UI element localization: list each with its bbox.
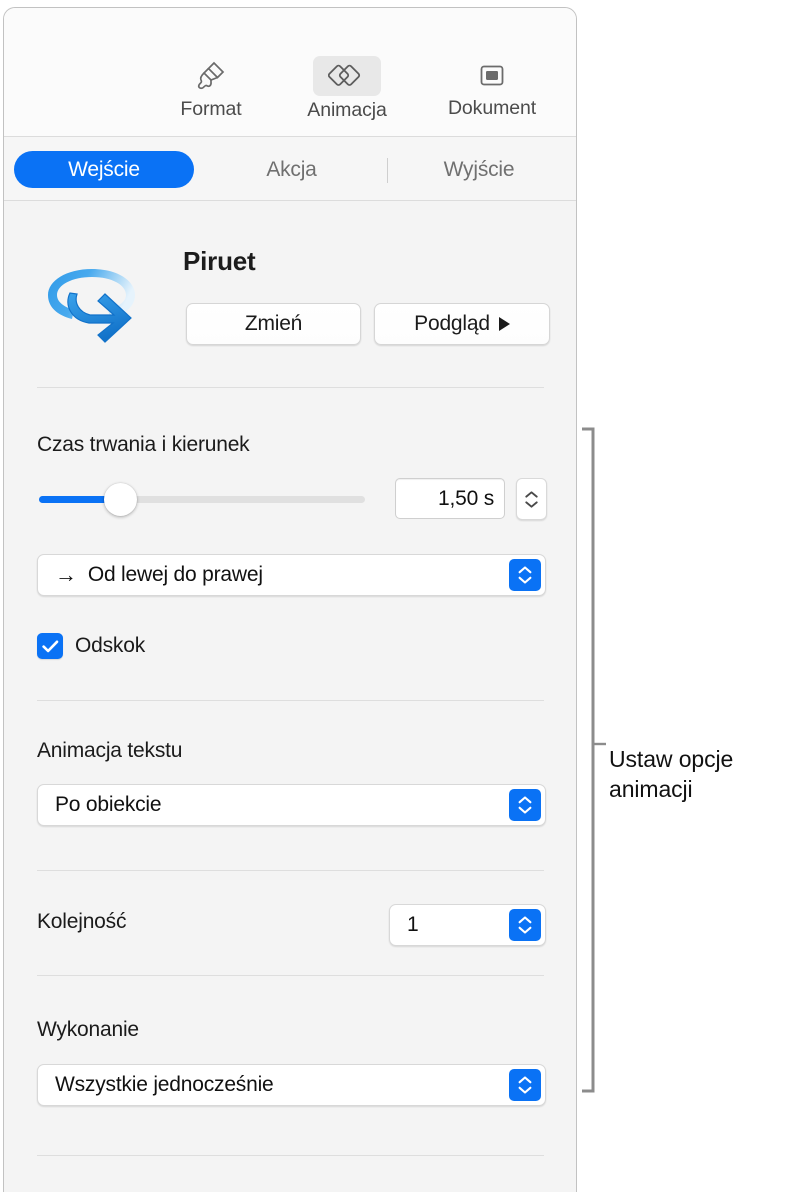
spin-arrow-icon: [34, 257, 149, 357]
change-animation-button[interactable]: Zmień: [186, 303, 361, 345]
tab-dokument-label: Dokument: [447, 97, 537, 119]
divider: [37, 975, 544, 976]
chevron-up-glyph: [518, 1076, 532, 1084]
divider: [37, 387, 544, 388]
text-animation-value: Po obiekcie: [55, 793, 162, 816]
chevron-down-glyph: [518, 806, 532, 814]
direction-value: Od lewej do prawej: [87, 563, 263, 586]
segment-wejscie[interactable]: Wejście: [14, 151, 194, 188]
animation-header: Piruet: [4, 201, 576, 387]
play-triangle-icon: [498, 317, 510, 331]
text-animation-popup-button[interactable]: Po obiekcie: [37, 784, 546, 826]
chevron-up-glyph: [518, 566, 532, 574]
segment-akcja[interactable]: Akcja: [214, 151, 369, 188]
chevron-up-glyph: [518, 916, 532, 924]
chevron-updown-icon: [509, 559, 541, 591]
inspector-tool-tabs: Format Animacja Dokument: [4, 8, 576, 137]
tab-format-label: Format: [180, 98, 242, 120]
order-value: 1: [407, 913, 419, 936]
animation-inspector-panel: Format Animacja Dokument Wejście Akcja W…: [3, 7, 577, 1192]
chevron-updown-icon: [509, 1069, 541, 1101]
chevron-up-icon: [525, 490, 538, 498]
document-slide-icon: [458, 56, 526, 96]
chevron-up-glyph: [518, 796, 532, 804]
callout-bracket: [581, 427, 611, 1093]
preview-animation-button[interactable]: Podgląd: [374, 303, 550, 345]
tab-dokument[interactable]: Dokument: [426, 56, 558, 120]
callout-text: Ustaw opcje animacji: [609, 746, 734, 802]
chevron-down-glyph: [518, 576, 532, 584]
animation-phase-segments: Wejście Akcja Wyjście: [4, 137, 576, 201]
direction-popup-button[interactable]: → Od lewej do prawej: [37, 554, 546, 596]
execution-popup-button[interactable]: Wszystkie jednocześnie: [37, 1064, 546, 1106]
paintbrush-icon: [177, 56, 245, 96]
order-popup-button[interactable]: 1: [389, 904, 546, 946]
text-animation-section-label: Animacja tekstu: [37, 739, 183, 762]
bounce-label: Odskok: [75, 634, 145, 657]
arrow-right-icon: →: [55, 562, 77, 587]
tab-animacja[interactable]: Animacja: [281, 56, 413, 122]
animation-name: Piruet: [183, 246, 256, 276]
divider: [37, 1155, 544, 1156]
chevron-down-icon: [525, 500, 538, 508]
bounce-checkbox[interactable]: Odskok: [37, 633, 145, 659]
chevron-down-glyph: [518, 1086, 532, 1094]
segment-wyjscie[interactable]: Wyjście: [399, 151, 559, 188]
animate-shapes-icon: [313, 56, 381, 96]
preview-animation-label: Podgląd: [414, 312, 490, 335]
duration-section-label: Czas trwania i kierunek: [37, 433, 250, 456]
execution-value: Wszystkie jednocześnie: [55, 1073, 274, 1096]
change-animation-label: Zmień: [244, 312, 303, 335]
duration-stepper[interactable]: [516, 478, 547, 520]
divider: [37, 700, 544, 701]
execution-section-label: Wykonanie: [37, 1018, 139, 1041]
segment-divider: [387, 158, 388, 183]
order-label: Kolejność: [37, 910, 127, 933]
tab-animacja-label: Animacja: [307, 99, 387, 121]
duration-slider-knob[interactable]: [104, 483, 137, 516]
chevron-updown-icon: [509, 909, 541, 941]
chevron-down-glyph: [518, 926, 532, 934]
tab-format[interactable]: Format: [145, 56, 277, 121]
divider: [37, 870, 544, 871]
chevron-updown-icon: [509, 789, 541, 821]
duration-value-field[interactable]: 1,50 s: [395, 478, 505, 519]
checkmark-icon: [37, 633, 63, 659]
